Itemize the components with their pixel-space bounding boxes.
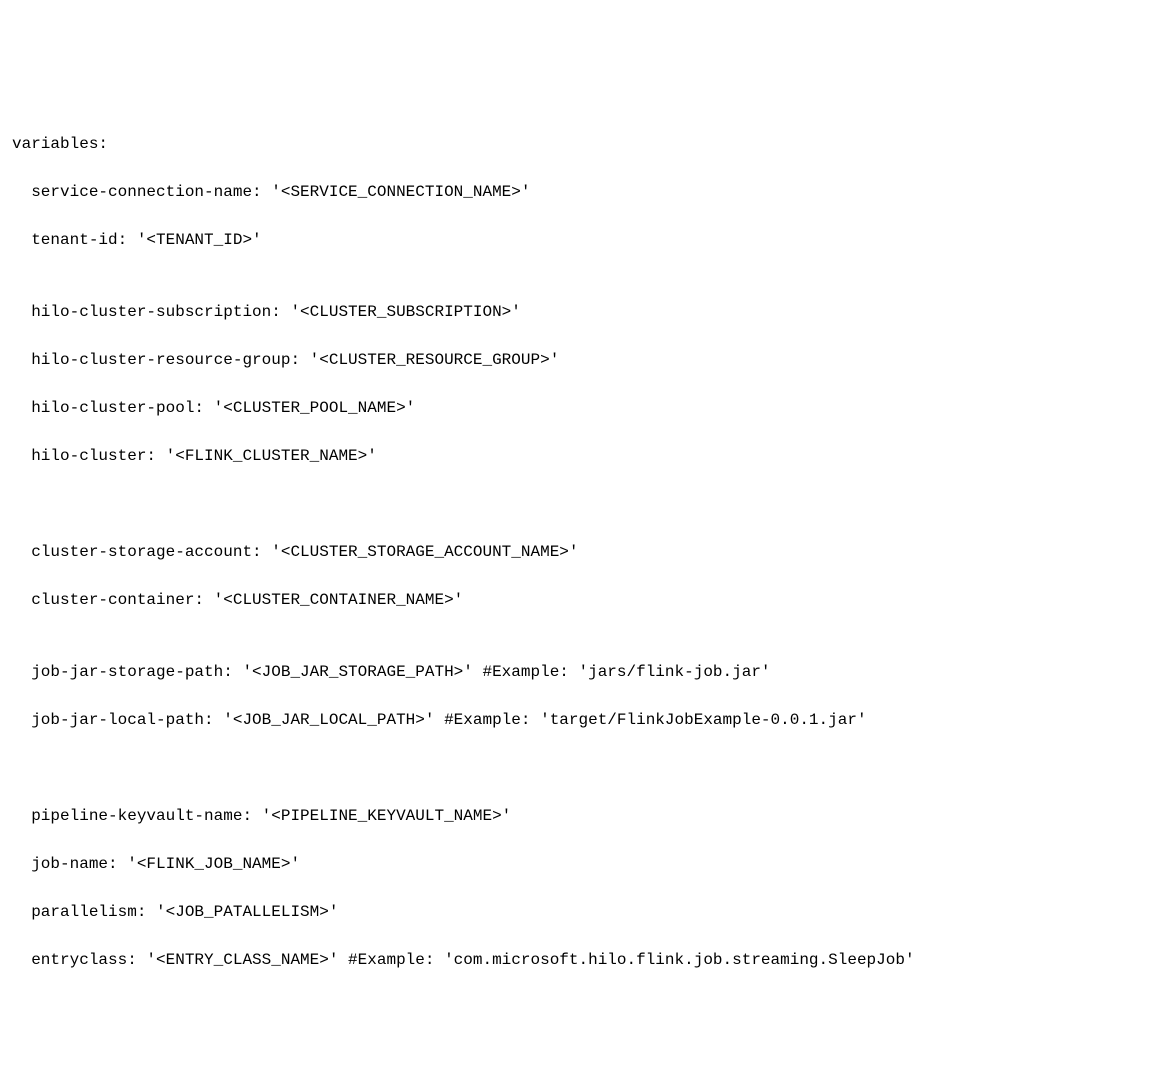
code-line: cluster-storage-account: '<CLUSTER_STORA… xyxy=(12,540,1162,564)
code-line: tenant-id: '<TENANT_ID>' xyxy=(12,228,1162,252)
code-line: cluster-container: '<CLUSTER_CONTAINER_N… xyxy=(12,588,1162,612)
code-line: pipeline-keyvault-name: '<PIPELINE_KEYVA… xyxy=(12,804,1162,828)
code-block: variables: service-connection-name: '<SE… xyxy=(12,108,1162,996)
code-line: service-connection-name: '<SERVICE_CONNE… xyxy=(12,180,1162,204)
code-line: job-jar-storage-path: '<JOB_JAR_STORAGE_… xyxy=(12,660,1162,684)
code-line: parallelism: '<JOB_PATALLELISM>' xyxy=(12,900,1162,924)
code-line: hilo-cluster-resource-group: '<CLUSTER_R… xyxy=(12,348,1162,372)
code-line: job-jar-local-path: '<JOB_JAR_LOCAL_PATH… xyxy=(12,708,1162,732)
code-line-header: variables: xyxy=(12,132,1162,156)
code-line: hilo-cluster-pool: '<CLUSTER_POOL_NAME>' xyxy=(12,396,1162,420)
code-line: job-name: '<FLINK_JOB_NAME>' xyxy=(12,852,1162,876)
code-line: entryclass: '<ENTRY_CLASS_NAME>' #Exampl… xyxy=(12,948,1162,972)
code-line: hilo-cluster-subscription: '<CLUSTER_SUB… xyxy=(12,300,1162,324)
code-line: hilo-cluster: '<FLINK_CLUSTER_NAME>' xyxy=(12,444,1162,468)
